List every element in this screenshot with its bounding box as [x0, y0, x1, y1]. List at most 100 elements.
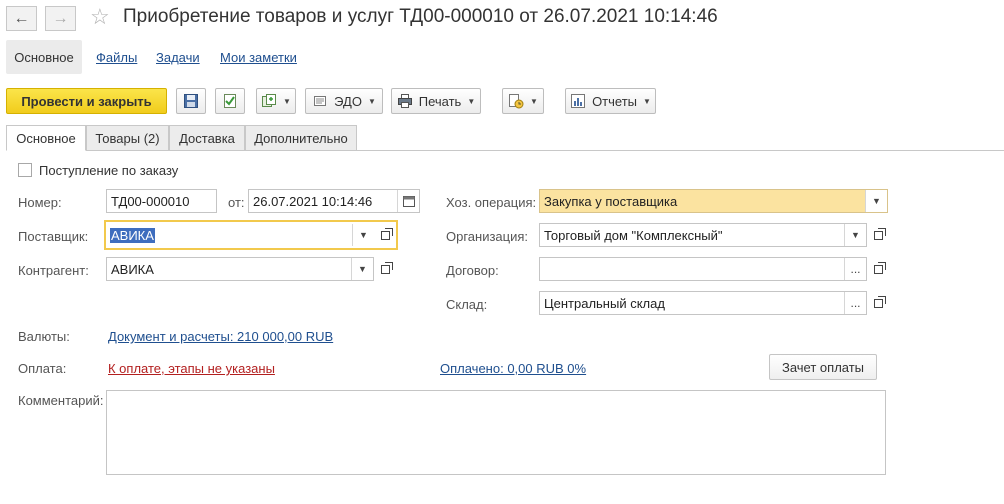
comment-textarea[interactable] — [106, 390, 886, 475]
tab-main-label: Основное — [16, 130, 76, 146]
tab-delivery-label: Доставка — [179, 130, 235, 146]
supplier-field[interactable]: АВИКА ▼ — [104, 220, 398, 250]
organization-dropdown-button[interactable]: ▼ — [844, 224, 866, 246]
payment-offset-button[interactable]: Зачет оплаты — [769, 354, 877, 380]
post-and-close-button[interactable]: Провести и закрыть — [6, 88, 167, 114]
warehouse-select-button[interactable]: ... — [844, 292, 866, 314]
reminder-button[interactable]: ▼ — [502, 88, 544, 114]
chevron-down-icon: ▼ — [643, 96, 651, 106]
forward-button[interactable]: → — [45, 6, 76, 31]
back-button[interactable]: ← — [6, 6, 37, 31]
chevron-down-icon: ▼ — [359, 230, 368, 240]
open-form-icon — [380, 261, 393, 274]
currency-link[interactable]: Документ и расчеты: 210 000,00 RUB — [108, 329, 333, 344]
edo-label: ЭДО — [334, 93, 362, 109]
payment-label: Оплата: — [18, 361, 67, 376]
arrow-left-icon: ← — [13, 9, 30, 27]
counterparty-open-button[interactable] — [374, 257, 396, 281]
number-label: Номер: — [18, 195, 62, 210]
organization-field[interactable]: Торговый дом "Комплексный" ▼ — [539, 223, 867, 247]
arrow-right-icon: → — [52, 9, 69, 27]
section-tasks-link[interactable]: Задачи — [156, 50, 200, 65]
date-value: 26.07.2021 10:14:46 — [253, 193, 373, 209]
post-and-close-label: Провести и закрыть — [21, 93, 152, 109]
counterparty-value: АВИКА — [111, 261, 154, 277]
counterparty-dropdown-button[interactable]: ▼ — [351, 258, 373, 280]
supplier-open-button[interactable] — [374, 223, 396, 247]
warehouse-label: Склад: — [446, 297, 488, 312]
operation-dropdown-button[interactable]: ▼ — [865, 190, 887, 212]
date-label: от: — [228, 195, 245, 210]
number-value: ТД00-000010 — [111, 193, 190, 209]
operation-value: Закупка у поставщика — [544, 193, 678, 209]
counterparty-field[interactable]: АВИКА ▼ — [106, 257, 374, 281]
create-based-on-icon — [262, 94, 277, 107]
open-form-icon — [873, 261, 886, 274]
page-title: Приобретение товаров и услуг ТД00-000010… — [123, 6, 718, 27]
open-form-icon — [873, 295, 886, 308]
edo-icon — [314, 96, 327, 106]
open-form-icon — [873, 227, 886, 240]
save-icon — [184, 94, 198, 108]
payment-offset-label: Зачет оплаты — [781, 359, 865, 375]
post-document-icon — [224, 94, 236, 108]
organization-open-button[interactable] — [867, 223, 889, 247]
tab-goods-label: Товары (2) — [95, 130, 160, 146]
create-based-on-button[interactable]: ▼ — [256, 88, 296, 114]
operation-label: Хоз. операция: — [446, 195, 537, 210]
tab-delivery[interactable]: Доставка — [169, 125, 245, 151]
open-form-icon — [380, 227, 393, 240]
reports-icon — [571, 94, 586, 108]
reports-label: Отчеты — [592, 93, 637, 109]
counterparty-label: Контрагент: — [18, 263, 89, 278]
contract-open-button[interactable] — [867, 257, 889, 281]
printer-icon — [397, 94, 412, 108]
chevron-down-icon: ▼ — [872, 196, 881, 206]
section-main-label: Основное — [14, 49, 74, 65]
warehouse-value: Центральный склад — [544, 295, 665, 311]
section-files-link[interactable]: Файлы — [96, 50, 137, 65]
chevron-down-icon: ▼ — [367, 96, 376, 106]
payment-link[interactable]: К оплате, этапы не указаны — [108, 361, 275, 376]
calendar-icon — [402, 196, 415, 207]
chevron-down-icon: ▼ — [851, 230, 860, 240]
tab-additional[interactable]: Дополнительно — [245, 125, 357, 151]
tab-main[interactable]: Основное — [6, 125, 86, 151]
document-clock-icon — [509, 94, 524, 109]
chevron-down-icon: ▼ — [283, 96, 291, 106]
print-label: Печать — [418, 93, 462, 109]
ellipsis-icon: ... — [850, 262, 861, 276]
contract-label: Договор: — [446, 263, 499, 278]
organization-value: Торговый дом "Комплексный" — [544, 227, 723, 243]
warehouse-open-button[interactable] — [867, 291, 889, 315]
warehouse-field[interactable]: Центральный склад ... — [539, 291, 867, 315]
chevron-down-icon: ▼ — [358, 264, 367, 274]
contract-field[interactable]: ... — [539, 257, 867, 281]
chevron-down-icon: ▼ — [467, 96, 476, 106]
save-button[interactable] — [176, 88, 206, 114]
tab-goods[interactable]: Товары (2) — [86, 125, 169, 151]
edo-button[interactable]: ЭДО ▼ — [305, 88, 383, 114]
ellipsis-icon: ... — [850, 296, 861, 310]
chevron-down-icon: ▼ — [530, 96, 538, 106]
paid-link[interactable]: Оплачено: 0,00 RUB 0% — [440, 361, 586, 376]
comment-label: Комментарий: — [18, 393, 104, 408]
section-main[interactable]: Основное — [6, 40, 82, 74]
number-field[interactable]: ТД00-000010 — [106, 189, 217, 213]
supplier-label: Поставщик: — [18, 229, 89, 244]
supplier-dropdown-button[interactable]: ▼ — [352, 224, 374, 246]
post-button[interactable] — [215, 88, 245, 114]
operation-field[interactable]: Закупка у поставщика ▼ — [539, 189, 888, 213]
supplier-value: АВИКА — [110, 227, 155, 243]
reports-button[interactable]: Отчеты ▼ — [565, 88, 656, 114]
contract-select-button[interactable]: ... — [844, 258, 866, 280]
currency-label: Валюты: — [18, 329, 70, 344]
date-field[interactable]: 26.07.2021 10:14:46 — [248, 189, 420, 213]
order-receipt-label: Поступление по заказу — [39, 163, 179, 178]
calendar-button[interactable] — [397, 190, 419, 212]
organization-label: Организация: — [446, 229, 529, 244]
order-receipt-checkbox[interactable] — [18, 163, 32, 177]
star-icon[interactable]: ☆ — [90, 4, 110, 30]
section-notes-link[interactable]: Мои заметки — [220, 50, 297, 65]
print-button[interactable]: Печать ▼ — [391, 88, 481, 114]
